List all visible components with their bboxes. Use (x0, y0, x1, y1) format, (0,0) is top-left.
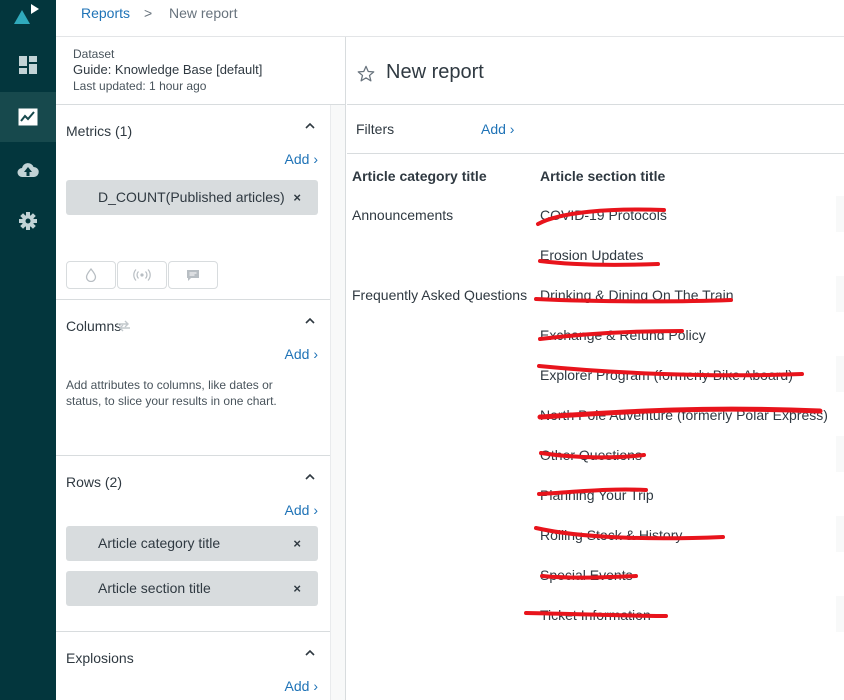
speech-bubble-icon (187, 269, 199, 281)
remove-row-icon[interactable]: × (293, 536, 301, 551)
nav-settings[interactable] (0, 196, 56, 246)
reports-icon (18, 108, 38, 126)
columns-title: Columns (66, 318, 122, 334)
chevron-up-icon[interactable] (304, 121, 316, 131)
nav-reports[interactable] (0, 92, 56, 142)
report-config-panel: Dataset Guide: Knowledge Base [default] … (56, 37, 346, 700)
section-cell: Explorer Program (formerly Bike Aboard) (540, 367, 793, 383)
dataset-info: Dataset Guide: Knowledge Base [default] … (56, 37, 346, 105)
section-cell: Ticket Information (540, 607, 651, 623)
report-header: New report (347, 37, 844, 105)
section-cell: COVID-19 Protocols (540, 207, 667, 223)
section-cell: Other Questions (540, 447, 642, 463)
columns-add-label: Add (284, 346, 310, 362)
metric-pill[interactable]: D_COUNT(Published articles) × (66, 180, 318, 215)
section-cell: Planning Your Trip (540, 487, 654, 503)
table-header-section[interactable]: Article section title (540, 168, 665, 184)
row-pill[interactable]: Article section title × (66, 571, 318, 606)
breadcrumb-separator: > (144, 5, 153, 21)
explosions-section: Explosions Add › (56, 632, 330, 700)
section-cell: Rolling Stock & History (540, 527, 683, 543)
breadcrumb-reports-link[interactable]: Reports (81, 5, 130, 21)
signal-button[interactable] (117, 261, 167, 289)
value-column-edge (836, 596, 844, 632)
filters-label: Filters (356, 121, 395, 137)
value-column-edge (836, 276, 844, 312)
config-scroll-area[interactable]: Metrics (1) Add › D_COUNT(Published arti… (56, 105, 330, 700)
cloud-upload-icon (17, 163, 39, 177)
remove-row-icon[interactable]: × (293, 581, 301, 596)
row-pill-label: Article section title (98, 580, 211, 596)
metrics-add-link[interactable]: Add › (285, 151, 318, 167)
category-cell: Announcements (352, 207, 454, 223)
rows-title: Rows (2) (66, 474, 123, 490)
chevron-up-icon[interactable] (304, 316, 316, 326)
section-cell: Erosion Updates (540, 247, 644, 263)
rows-add-link[interactable]: Add › (285, 502, 318, 518)
breadcrumb-current: New report (169, 5, 238, 21)
columns-section: Columns Add › Add attributes to columns,… (56, 300, 330, 456)
panel-scrollbar[interactable] (330, 105, 345, 700)
chevron-up-icon[interactable] (304, 648, 316, 658)
table-header-category[interactable]: Article category title (352, 168, 487, 184)
remove-metric-icon[interactable]: × (293, 190, 301, 205)
metrics-section: Metrics (1) Add › D_COUNT(Published arti… (56, 105, 330, 300)
breadcrumb: Reports > New report (56, 0, 844, 37)
color-button[interactable] (66, 261, 116, 289)
dashboard-icon (19, 56, 37, 74)
explosions-title: Explosions (66, 650, 134, 666)
broadcast-icon (133, 269, 151, 281)
settings-icon (19, 212, 37, 230)
columns-hint: Add attributes to columns, like dates or… (66, 378, 277, 408)
row-pill[interactable]: Article category title × (66, 526, 318, 561)
star-icon[interactable] (357, 65, 375, 83)
swap-icon[interactable] (116, 319, 132, 333)
chevron-up-icon[interactable] (304, 472, 316, 482)
section-cell: Exchange & Refund Policy (540, 327, 706, 343)
nav-dashboard[interactable] (0, 40, 56, 90)
rows-section: Rows (2) Add › Article category title × … (56, 456, 330, 632)
value-column-edge (836, 436, 844, 472)
explosions-add-label: Add (284, 678, 310, 694)
droplet-icon (85, 268, 97, 282)
value-column-edge (836, 196, 844, 232)
dataset-label: Dataset (73, 47, 115, 61)
explosions-add-link[interactable]: Add › (285, 678, 318, 694)
metrics-title: Metrics (1) (66, 123, 133, 139)
section-cell: Special Events (540, 567, 633, 583)
filters-bar: Filters Add › (347, 105, 844, 154)
nav-upload[interactable] (0, 145, 56, 195)
value-column-edge (836, 516, 844, 552)
category-cell: Frequently Asked Questions (352, 287, 528, 303)
section-cell: North Pole Adventure (formerly Polar Exp… (540, 407, 828, 423)
dataset-updated: Last updated: 1 hour ago (73, 79, 207, 93)
metric-label: D_COUNT(Published articles) (98, 189, 285, 205)
row-pill-label: Article category title (98, 535, 221, 551)
dataset-name[interactable]: Guide: Knowledge Base [default] (73, 62, 346, 78)
filters-add-label: Add (481, 121, 506, 137)
side-nav (0, 0, 56, 700)
value-column-edge (836, 356, 844, 392)
rows-add-label: Add (284, 502, 310, 518)
product-logo-icon[interactable] (12, 2, 44, 28)
filters-add-link[interactable]: Add › (481, 121, 514, 137)
columns-add-link[interactable]: Add › (285, 346, 318, 362)
section-cell: Drinking & Dining On The Train (540, 287, 734, 303)
report-title[interactable]: New report (386, 61, 484, 84)
metrics-add-label: Add (284, 151, 310, 167)
comment-button[interactable] (168, 261, 218, 289)
